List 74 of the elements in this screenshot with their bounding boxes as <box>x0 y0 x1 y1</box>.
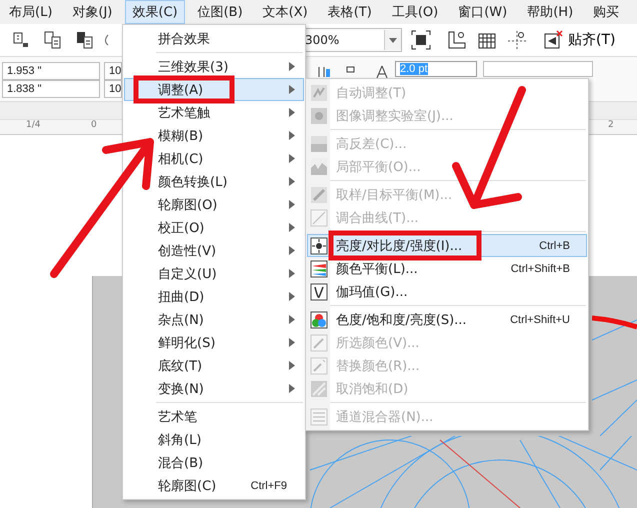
menu-item[interactable]: 校正(O) <box>124 216 304 239</box>
submenu-arrow-icon <box>289 85 295 94</box>
menu-item[interactable]: 扭曲(D) <box>124 285 304 308</box>
caret-icon <box>389 38 397 42</box>
adjustment-icon <box>310 236 328 254</box>
submenu-arrow-icon <box>289 315 295 324</box>
adjustment-icon <box>310 84 328 102</box>
width-field[interactable]: 10 <box>104 62 122 80</box>
submenu-arrow-icon <box>289 246 295 255</box>
menu-item[interactable]: 斜角(L) <box>124 428 304 451</box>
menu-item[interactable]: 模糊(B) <box>124 124 304 147</box>
ruler-label: 2 <box>608 120 614 130</box>
menu-item[interactable]: 亮度/对比度/强度(I)... Ctrl+B <box>307 234 587 257</box>
menu-item[interactable]: 伽玛值(G)... <box>307 280 587 303</box>
menu-item[interactable]: 相机(C) <box>124 147 304 170</box>
submenu-arrow-icon <box>289 200 295 209</box>
adjustment-icon <box>310 356 328 374</box>
align-icon[interactable] <box>317 65 331 79</box>
menu-bar-item[interactable]: 表格(T) <box>320 0 379 24</box>
adjustment-icon <box>310 260 328 278</box>
menu-item[interactable]: 底纹(T) <box>124 354 304 377</box>
snap-off-icon[interactable] <box>542 29 564 51</box>
submenu-arrow-icon <box>289 131 295 140</box>
adjustment-icon <box>310 380 328 398</box>
ruler-label: 1/4 <box>26 120 40 130</box>
menu-item[interactable]: 变换(N) <box>124 377 304 400</box>
guidelines-icon[interactable] <box>506 29 528 51</box>
menu-item[interactable]: 自定义(U) <box>124 262 304 285</box>
menu-bar-item[interactable]: 窗口(W) <box>451 0 514 24</box>
snap-to-button[interactable]: 贴齐(T) <box>564 31 620 49</box>
menu-item[interactable]: 三维效果(3) <box>124 55 304 78</box>
full-screen-icon[interactable] <box>410 29 432 51</box>
menu-bar-item[interactable]: 文本(X) <box>256 0 315 24</box>
menu-bar-item[interactable]: 布局(L) <box>2 0 60 24</box>
menu-item[interactable]: 轮廓图(O) <box>124 193 304 216</box>
menu-item[interactable]: 创造性(V) <box>124 239 304 262</box>
submenu-arrow-icon <box>289 338 295 347</box>
submenu-arrow-icon <box>289 292 295 301</box>
menu-bar-item[interactable]: 位图(B) <box>190 0 250 24</box>
menu-bar-item[interactable]: 对象(J) <box>65 0 120 24</box>
menu-item[interactable]: 艺术笔触 <box>124 101 304 124</box>
ruler-icon[interactable] <box>446 29 468 51</box>
adjustment-icon <box>310 134 328 152</box>
adjustment-icon <box>310 334 328 352</box>
submenu-arrow-icon <box>289 361 295 370</box>
submenu-arrow-icon <box>289 154 295 163</box>
submenu-arrow-icon <box>289 269 295 278</box>
menu-item[interactable]: 艺术笔 <box>124 405 304 428</box>
menu-item[interactable]: 混合(B) <box>124 451 304 474</box>
adjustment-icon <box>310 106 328 124</box>
ruler-label: 0 <box>91 120 97 130</box>
menu-bar-item[interactable]: 工具(O) <box>384 0 446 24</box>
y-position-field[interactable]: 1.838 " <box>2 80 100 98</box>
menu-item[interactable]: 鲜明化(S) <box>124 331 304 354</box>
menu-item[interactable]: 颜色平衡(L)... Ctrl+Shift+B <box>307 257 587 280</box>
menu-item[interactable]: 杂点(N) <box>124 308 304 331</box>
height-field[interactable]: 10 <box>104 80 122 98</box>
submenu-arrow-icon <box>289 62 295 71</box>
menu-item[interactable]: 轮廓图(C) Ctrl+F9 <box>124 474 304 497</box>
submenu-arrow-icon <box>289 177 295 186</box>
adjustment-icon <box>310 208 328 226</box>
submenu-arrow-icon <box>289 108 295 117</box>
adjustment-icon <box>310 310 328 328</box>
menu-bar-item[interactable]: 购买 <box>586 0 626 24</box>
menu-bar-item[interactable]: 效果(C) <box>125 0 185 24</box>
adjustment-icon <box>310 408 328 426</box>
menu-item[interactable]: 颜色转换(L) <box>124 170 304 193</box>
submenu-arrow-icon <box>289 384 295 393</box>
menu-bar-item[interactable]: 帮助(H) <box>520 0 580 24</box>
submenu-arrow-icon <box>289 223 295 232</box>
adjustment-icon <box>310 282 328 300</box>
menu-item[interactable]: 色度/饱和度/亮度(S)... Ctrl+Shift+U <box>307 308 587 331</box>
adjustment-icon <box>310 186 328 204</box>
x-position-field[interactable]: 1.953 " <box>2 62 100 80</box>
